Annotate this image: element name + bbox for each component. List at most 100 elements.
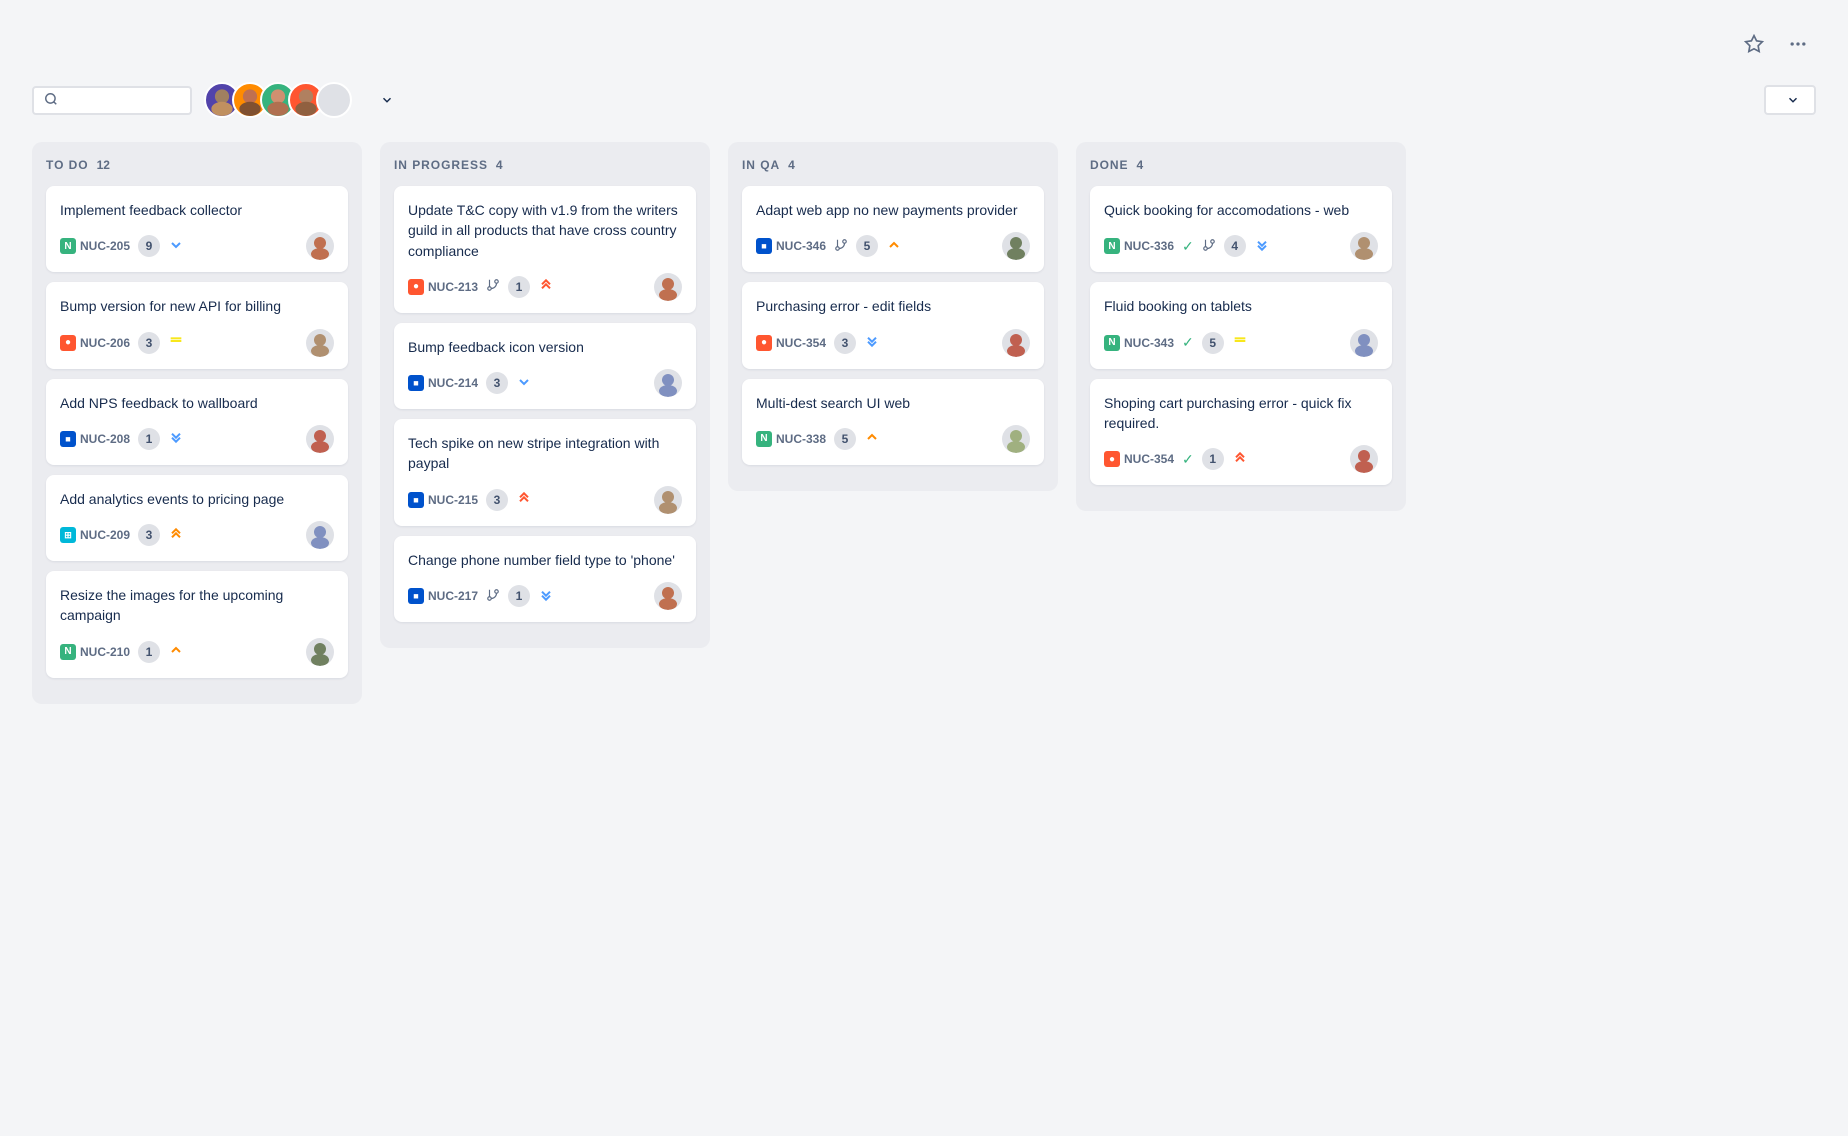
issue-tag: ● NUC-354: [756, 335, 826, 351]
avatar: [1002, 329, 1030, 357]
card-footer: ● NUC-206 3: [60, 329, 334, 357]
badge: 3: [138, 332, 160, 354]
column-header-inprogress: IN PROGRESS 4: [394, 158, 696, 172]
column-title: IN PROGRESS: [394, 158, 488, 172]
issue-id: NUC-336: [1124, 239, 1174, 253]
task-card[interactable]: Adapt web app no new payments provider ■…: [742, 186, 1044, 272]
card-title: Adapt web app no new payments provider: [756, 200, 1030, 220]
avatar-count[interactable]: [316, 82, 352, 118]
card-title: Shoping cart purchasing error - quick fi…: [1104, 393, 1378, 434]
search-icon: [44, 92, 58, 109]
badge: 3: [138, 524, 160, 546]
epic-filter-button[interactable]: [364, 87, 404, 113]
priority-icon: [864, 429, 880, 448]
card-footer: ■ NUC-346 5: [756, 232, 1030, 260]
avatar: [654, 273, 682, 301]
column-done: DONE 4 Quick booking for accomodations -…: [1076, 142, 1406, 511]
task-card[interactable]: Quick booking for accomodations - web N …: [1090, 186, 1392, 272]
card-title: Bump version for new API for billing: [60, 296, 334, 316]
column-count: 4: [788, 158, 795, 172]
column-header-todo: TO DO 12: [46, 158, 348, 172]
column-header-inqa: IN QA 4: [742, 158, 1044, 172]
issue-tag: ■ NUC-217: [408, 588, 478, 604]
badge: 1: [508, 585, 530, 607]
issue-id: NUC-354: [776, 336, 826, 350]
branch-icon: [486, 588, 500, 605]
issue-tag: ⊞ NUC-209: [60, 527, 130, 543]
priority-icon: [1254, 237, 1270, 256]
issue-tag: N NUC-210: [60, 644, 130, 660]
issue-tag: N NUC-338: [756, 431, 826, 447]
priority-icon: [168, 642, 184, 661]
avatar: [306, 638, 334, 666]
card-footer: N NUC-338 5: [756, 425, 1030, 453]
issue-tag: ● NUC-213: [408, 279, 478, 295]
card-title: Tech spike on new stripe integration wit…: [408, 433, 682, 474]
column-title: DONE: [1090, 158, 1129, 172]
issue-tag: ■ NUC-208: [60, 431, 130, 447]
badge: 3: [834, 332, 856, 354]
priority-icon: [168, 429, 184, 448]
card-title: Change phone number field type to 'phone…: [408, 550, 682, 570]
column-inprogress: IN PROGRESS 4 Update T&C copy with v1.9 …: [380, 142, 710, 648]
search-box[interactable]: [32, 86, 192, 115]
task-card[interactable]: Change phone number field type to 'phone…: [394, 536, 696, 622]
badge: 4: [1224, 235, 1246, 257]
issue-id: NUC-217: [428, 589, 478, 603]
issue-id: NUC-215: [428, 493, 478, 507]
column-inqa: IN QA 4 Adapt web app no new payments pr…: [728, 142, 1058, 491]
task-card[interactable]: Bump feedback icon version ■ NUC-214 3: [394, 323, 696, 409]
task-card[interactable]: Multi-dest search UI web N NUC-338 5: [742, 379, 1044, 465]
priority-icon: [1232, 333, 1248, 352]
card-footer: N NUC-205 9: [60, 232, 334, 260]
card-footer: N NUC-343 ✓ 5: [1104, 329, 1378, 357]
card-title: Add analytics events to pricing page: [60, 489, 334, 509]
column-title: TO DO: [46, 158, 89, 172]
avatar: [306, 329, 334, 357]
badge: 1: [138, 641, 160, 663]
card-footer: ■ NUC-208 1: [60, 425, 334, 453]
issue-id: NUC-354: [1124, 452, 1174, 466]
card-title: Quick booking for accomodations - web: [1104, 200, 1378, 220]
issue-tag: N NUC-343: [1104, 335, 1174, 351]
task-card[interactable]: Tech spike on new stripe integration wit…: [394, 419, 696, 526]
badge: 1: [1202, 448, 1224, 470]
choices-button[interactable]: [1764, 85, 1816, 115]
priority-icon: [168, 526, 184, 545]
star-button[interactable]: [1736, 30, 1772, 58]
task-card[interactable]: Fluid booking on tablets N NUC-343 ✓ 5: [1090, 282, 1392, 368]
task-card[interactable]: Add NPS feedback to wallboard ■ NUC-208 …: [46, 379, 348, 465]
task-card[interactable]: Implement feedback collector N NUC-205 9: [46, 186, 348, 272]
board: TO DO 12 Implement feedback collector N …: [32, 142, 1816, 704]
task-card[interactable]: Purchasing error - edit fields ● NUC-354…: [742, 282, 1044, 368]
search-input[interactable]: [64, 92, 180, 108]
card-title: Purchasing error - edit fields: [756, 296, 1030, 316]
task-card[interactable]: Resize the images for the upcoming campa…: [46, 571, 348, 678]
card-title: Update T&C copy with v1.9 from the write…: [408, 200, 682, 261]
issue-tag: N NUC-205: [60, 238, 130, 254]
avatar: [654, 582, 682, 610]
issue-id: NUC-210: [80, 645, 130, 659]
avatar-group[interactable]: [204, 82, 352, 118]
issue-tag: ■ NUC-346: [756, 238, 826, 254]
badge: 1: [508, 276, 530, 298]
issue-id: NUC-208: [80, 432, 130, 446]
avatar: [306, 232, 334, 260]
page-header: [32, 30, 1816, 58]
task-card[interactable]: Shoping cart purchasing error - quick fi…: [1090, 379, 1392, 486]
priority-icon: [538, 587, 554, 606]
task-card[interactable]: Bump version for new API for billing ● N…: [46, 282, 348, 368]
avatar: [306, 521, 334, 549]
badge: 5: [856, 235, 878, 257]
task-card[interactable]: Update T&C copy with v1.9 from the write…: [394, 186, 696, 313]
issue-id: NUC-343: [1124, 336, 1174, 350]
card-footer: ■ NUC-214 3: [408, 369, 682, 397]
more-options-button[interactable]: [1780, 30, 1816, 58]
issue-id: NUC-338: [776, 432, 826, 446]
avatar: [1350, 232, 1378, 260]
issue-id: NUC-213: [428, 280, 478, 294]
card-footer: ⊞ NUC-209 3: [60, 521, 334, 549]
task-card[interactable]: Add analytics events to pricing page ⊞ N…: [46, 475, 348, 561]
issue-tag: ● NUC-206: [60, 335, 130, 351]
priority-icon: [168, 237, 184, 256]
